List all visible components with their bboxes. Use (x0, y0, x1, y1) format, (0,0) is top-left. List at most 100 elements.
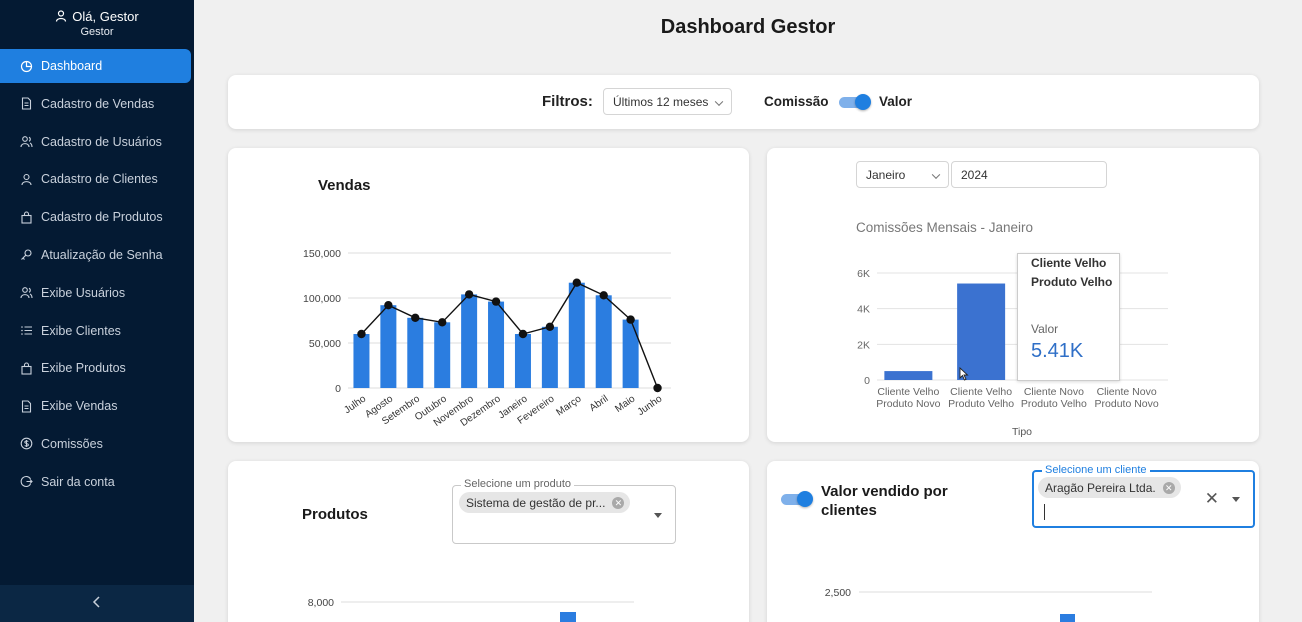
sidebar-item-comissoes[interactable]: Comissões (0, 427, 191, 461)
clientes-card: Valor vendido por clientes Selecione um … (767, 461, 1259, 622)
bar (1060, 614, 1075, 622)
sidebar-item-label: Cadastro de Vendas (41, 96, 155, 111)
x-tick-label: Produto Velho (1021, 398, 1087, 410)
mouse-cursor-icon (959, 367, 969, 381)
user-box: Olá, Gestor Gestor (0, 0, 194, 46)
line-point (572, 278, 581, 287)
bar-outubro (434, 322, 451, 388)
comissao-label: Comissão (764, 94, 829, 109)
bar-1 (957, 283, 1006, 380)
tooltip-label: Valor (1031, 322, 1059, 336)
line-point (518, 329, 528, 339)
list-icon (20, 324, 33, 337)
bag-icon (20, 211, 33, 224)
bar-maio (622, 319, 639, 388)
sidebar-item-label: Cadastro de Clientes (41, 172, 158, 187)
sidebar-item-cadastro-de-vendas[interactable]: Cadastro de Vendas (0, 87, 191, 121)
comissoes-chart: 6K 4K 2K 0 Cliente Velho Produto Novo Cliente … (857, 268, 1168, 438)
sidebar-item-cadastro-de-clientes[interactable]: Cadastro de Clientes (0, 162, 191, 196)
sidebar-item-sair-da-conta[interactable]: Sair da conta (0, 465, 191, 499)
line-point (438, 318, 447, 327)
sidebar-item-exibe-clientes[interactable]: Exibe Clientes (0, 314, 191, 348)
sidebar-item-label: Exibe Clientes (41, 323, 121, 338)
valor-label: Valor (879, 94, 913, 109)
line-point (545, 322, 555, 331)
x-tick-label: Abril (588, 393, 611, 413)
y-tick-label: 0 (864, 375, 870, 387)
bar-novembro (461, 294, 478, 388)
sidebar-item-cadastro-de-usuarios[interactable]: Cadastro de Usuários (0, 125, 191, 159)
sidebar-nav: Dashboard Cadastro de Vendas Cadastro de U… (0, 49, 194, 499)
key-icon (20, 248, 33, 261)
comissao-valor-toggle[interactable] (839, 94, 871, 110)
user-icon (20, 173, 33, 186)
period-select[interactable]: Últimos 12 meses (603, 88, 732, 115)
sidebar-item-exibe-vendas[interactable]: Exibe Vendas (0, 389, 191, 423)
produtos-card: Produtos Selecione um produto Sistema de… (228, 461, 749, 622)
bar-0 (884, 371, 933, 380)
collapse-sidebar-button[interactable] (0, 585, 194, 622)
line-point (653, 383, 662, 393)
line-point (464, 290, 474, 299)
sidebar-item-label: Cadastro de Usuários (41, 134, 162, 149)
vendas-card: Vendas 150,000 100,000 50,000 0 Julho Agosto S… (228, 148, 749, 442)
x-tick-label: Março (554, 393, 583, 418)
x-tick-label: Maio (613, 393, 637, 415)
bar-março (568, 282, 585, 388)
y-tick-label: 4K (857, 304, 870, 316)
sidebar-item-label: Dashboard (41, 59, 103, 73)
chevron-left-icon (92, 595, 102, 613)
y-tick-label: 2K (857, 339, 870, 351)
sidebar-item-atualizacao-de-senha[interactable]: Atualização de Senha (0, 238, 191, 272)
logout-icon (20, 475, 33, 488)
x-tick-label: Cliente Novo (1024, 386, 1084, 398)
produtos-chart: 8,000 (308, 597, 634, 622)
line-point (357, 329, 366, 339)
line-point (626, 315, 635, 324)
sidebar-item-label: Exibe Produtos (41, 361, 126, 376)
x-tick-label: Produto Novo (876, 398, 940, 410)
chart-tooltip: Cliente Velho Produto Velho Valor 5.41K (1017, 253, 1120, 381)
sidebar-item-label: Exibe Vendas (41, 399, 118, 414)
page-title: Dashboard Gestor (660, 16, 836, 38)
sidebar-item-label: Exibe Usuários (41, 285, 126, 300)
bar (560, 612, 576, 622)
y-tick-label: 100,000 (303, 293, 341, 305)
bar-setembro (407, 317, 424, 388)
sidebar-item-dashboard[interactable]: Dashboard (0, 49, 191, 83)
sidebar-item-label: Sair da conta (41, 474, 115, 489)
bar-dezembro (488, 301, 505, 388)
sidebar-item-label: Comissões (41, 436, 103, 451)
sidebar-item-exibe-produtos[interactable]: Exibe Produtos (0, 351, 191, 385)
line-point (411, 313, 420, 322)
vendas-chart: 150,000100,00050,0000JulhoAgostoSetembro… (303, 248, 671, 429)
line-point (491, 297, 501, 306)
main-content: Dashboard Gestor Filtros: Últimos 12 mes… (194, 0, 1302, 622)
dollar-icon (20, 437, 33, 450)
x-tick-label: Produto Novo (1095, 398, 1159, 410)
y-tick-label: 6K (857, 268, 870, 280)
comissoes-card: Janeiro 2024 Comissões Mensais - Janeiro… (767, 148, 1259, 442)
bar-abril (595, 295, 612, 388)
sidebar-item-cadastro-de-produtos[interactable]: Cadastro de Produtos (0, 200, 191, 234)
toggle-thumb (855, 94, 871, 110)
line-point (599, 291, 608, 300)
period-value: Últimos 12 meses (613, 94, 709, 109)
tooltip-value: 5.41K (1031, 340, 1084, 362)
user-greeting-text: Olá, Gestor (72, 9, 139, 24)
bar-julho (353, 334, 370, 388)
y-tick-label: 0 (335, 383, 341, 395)
sidebar-item-exibe-usuarios[interactable]: Exibe Usuários (0, 276, 191, 310)
pie-chart-icon (20, 60, 33, 73)
user-role: Gestor (80, 26, 114, 38)
clientes-chart: 2,500 (825, 587, 1152, 622)
sidebar-item-label: Cadastro de Produtos (41, 210, 163, 225)
bag-icon (20, 362, 33, 375)
document-icon (20, 97, 33, 110)
x-axis-label: Tipo (1012, 426, 1032, 438)
line-point (384, 301, 393, 310)
bar-agosto (380, 305, 397, 388)
x-tick-label: Cliente Velho (950, 386, 1012, 398)
sidebar-item-label: Atualização de Senha (41, 247, 163, 262)
users-icon (20, 135, 33, 148)
